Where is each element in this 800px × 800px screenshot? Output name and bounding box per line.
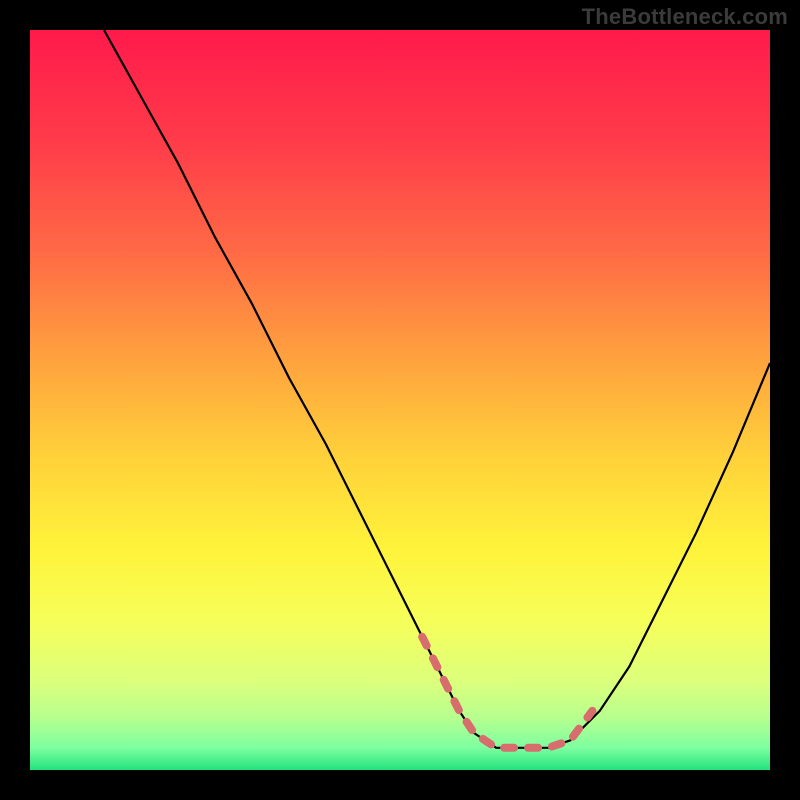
bottleneck-plot (30, 30, 770, 770)
chart-frame: TheBottleneck.com (0, 0, 800, 800)
heat-background (30, 30, 770, 770)
plot-area (30, 30, 770, 770)
watermark-text: TheBottleneck.com (582, 4, 788, 30)
